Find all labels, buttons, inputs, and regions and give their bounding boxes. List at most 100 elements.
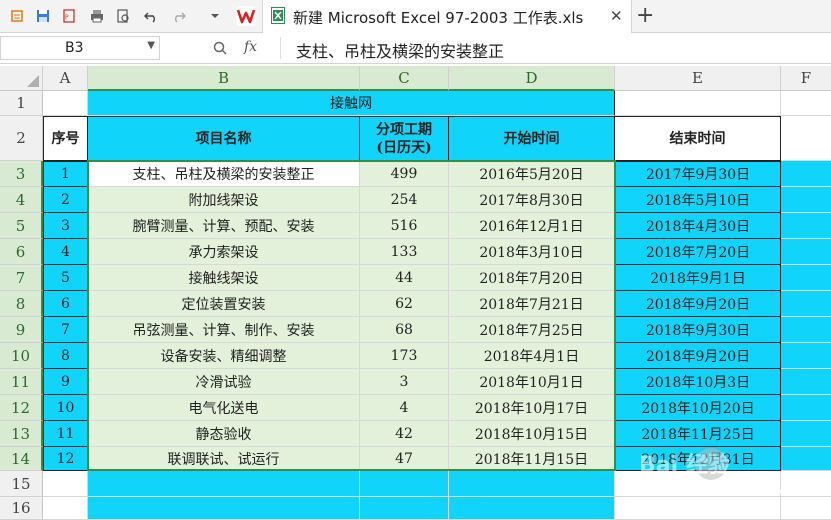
cell-a1[interactable] xyxy=(43,91,88,116)
cell-f2[interactable] xyxy=(781,116,831,161)
cell-start[interactable]: 2018年7月25日 xyxy=(449,317,615,343)
row-header[interactable]: 2 xyxy=(0,116,43,161)
row-header[interactable]: 3 xyxy=(0,161,43,187)
cell-d15[interactable] xyxy=(449,471,615,497)
cell-end[interactable]: 2018年9月30日 xyxy=(615,317,781,343)
cell-seq[interactable]: 12 xyxy=(43,447,88,471)
cell-name[interactable]: 支柱、吊柱及横梁的安装整正 xyxy=(88,161,360,187)
cell-f[interactable] xyxy=(781,395,831,421)
cell-seq[interactable]: 1 xyxy=(43,161,88,187)
cell-start[interactable]: 2018年3月10日 xyxy=(449,239,615,265)
formula-input[interactable]: 支柱、吊柱及横梁的安装整正 xyxy=(296,38,504,62)
row-header[interactable]: 8 xyxy=(0,291,43,317)
cell-end[interactable]: 2018年9月20日 xyxy=(615,291,781,317)
cell-name[interactable]: 冷滑试验 xyxy=(88,369,360,395)
cell-start[interactable]: 2018年11月15日 xyxy=(449,447,615,471)
header-name[interactable]: 项目名称 xyxy=(88,116,360,161)
cell-f[interactable] xyxy=(781,161,831,187)
cell-seq[interactable]: 7 xyxy=(43,317,88,343)
title-cell[interactable]: 接触网 xyxy=(88,91,615,116)
column-header-a[interactable]: A xyxy=(43,66,88,91)
header-start[interactable]: 开始时间 xyxy=(449,116,615,161)
column-header-d[interactable]: D xyxy=(449,66,615,91)
cell-f[interactable] xyxy=(781,187,831,213)
cell-f[interactable] xyxy=(781,291,831,317)
cell-start[interactable]: 2018年7月20日 xyxy=(449,265,615,291)
row-header[interactable]: 16 xyxy=(0,497,43,520)
cell-c15[interactable] xyxy=(360,471,449,497)
cell-name[interactable]: 承力索架设 xyxy=(88,239,360,265)
cell-seq[interactable]: 4 xyxy=(43,239,88,265)
cell-seq[interactable]: 2 xyxy=(43,187,88,213)
cell-e1[interactable] xyxy=(615,91,781,116)
row-header[interactable]: 5 xyxy=(0,213,43,239)
cell-end[interactable]: 2018年9月20日 xyxy=(615,343,781,369)
column-header-f[interactable]: F xyxy=(781,66,831,91)
column-header-b[interactable]: B xyxy=(88,66,360,91)
function-icon[interactable]: fx xyxy=(244,39,257,55)
close-tab-icon[interactable]: ✕ xyxy=(610,7,623,25)
row-header[interactable]: 15 xyxy=(0,471,43,497)
cell-end[interactable]: 2018年10月20日 xyxy=(615,395,781,421)
row-header[interactable]: 1 xyxy=(0,91,43,116)
cell-f[interactable] xyxy=(781,265,831,291)
cell-name[interactable]: 电气化送电 xyxy=(88,395,360,421)
header-seq[interactable]: 序号 xyxy=(43,116,88,161)
row-header[interactable]: 9 xyxy=(0,317,43,343)
cell-name[interactable]: 腕臂测量、计算、预配、安装 xyxy=(88,213,360,239)
cell-name[interactable]: 吊弦测量、计算、制作、安装 xyxy=(88,317,360,343)
cell-start[interactable]: 2018年10月1日 xyxy=(449,369,615,395)
cell-seq[interactable]: 9 xyxy=(43,369,88,395)
cell-c16[interactable] xyxy=(360,497,449,520)
print-preview-icon[interactable] xyxy=(114,7,132,25)
select-all-corner[interactable] xyxy=(0,66,43,91)
save-icon[interactable] xyxy=(34,7,52,25)
row-header[interactable]: 11 xyxy=(0,369,43,395)
cell-name[interactable]: 联调联试、试运行 xyxy=(88,447,360,471)
undo-icon[interactable] xyxy=(142,7,160,25)
cell-f[interactable] xyxy=(781,213,831,239)
cell-seq[interactable]: 10 xyxy=(43,395,88,421)
row-header[interactable]: 7 xyxy=(0,265,43,291)
name-box[interactable]: B3 ▼ xyxy=(0,36,160,60)
new-tab-icon[interactable]: + xyxy=(636,3,654,29)
cell-seq[interactable]: 11 xyxy=(43,421,88,447)
cell-name[interactable]: 设备安装、精细调整 xyxy=(88,343,360,369)
cell-days[interactable]: 3 xyxy=(360,369,449,395)
cell-start[interactable]: 2016年12月1日 xyxy=(449,213,615,239)
cell-start[interactable]: 2017年8月30日 xyxy=(449,187,615,213)
row-header[interactable]: 10 xyxy=(0,343,43,369)
row-header[interactable]: 4 xyxy=(0,187,43,213)
cell-days[interactable]: 47 xyxy=(360,447,449,471)
zoom-icon[interactable] xyxy=(212,40,228,56)
cell-f1[interactable] xyxy=(781,91,831,116)
cell-days[interactable]: 42 xyxy=(360,421,449,447)
cell-days[interactable]: 68 xyxy=(360,317,449,343)
cell-start[interactable]: 2016年5月20日 xyxy=(449,161,615,187)
cell-f[interactable] xyxy=(781,317,831,343)
cell-days[interactable]: 4 xyxy=(360,395,449,421)
row-header[interactable]: 12 xyxy=(0,395,43,421)
column-header-e[interactable]: E xyxy=(615,66,781,91)
cell-a15[interactable] xyxy=(43,471,88,497)
customize-dropdown-icon[interactable] xyxy=(206,7,224,25)
cell-days[interactable]: 254 xyxy=(360,187,449,213)
cell-seq[interactable]: 8 xyxy=(43,343,88,369)
cell-a16[interactable] xyxy=(43,497,88,520)
cell-f[interactable] xyxy=(781,369,831,395)
print-icon[interactable] xyxy=(88,7,106,25)
cell-end[interactable]: 2018年7月20日 xyxy=(615,239,781,265)
row-header[interactable]: 13 xyxy=(0,421,43,447)
cell-days[interactable]: 133 xyxy=(360,239,449,265)
cell-start[interactable]: 2018年4月1日 xyxy=(449,343,615,369)
column-header-c[interactable]: C xyxy=(360,66,449,91)
redo-icon[interactable] xyxy=(170,7,188,25)
cell-name[interactable]: 静态验收 xyxy=(88,421,360,447)
cell-d16[interactable] xyxy=(449,497,615,520)
cell-f[interactable] xyxy=(781,343,831,369)
cell-seq[interactable]: 5 xyxy=(43,265,88,291)
cell-b16[interactable] xyxy=(88,497,360,520)
cell-name[interactable]: 附加线架设 xyxy=(88,187,360,213)
cell-b15[interactable] xyxy=(88,471,360,497)
cell-end[interactable]: 2018年4月30日 xyxy=(615,213,781,239)
